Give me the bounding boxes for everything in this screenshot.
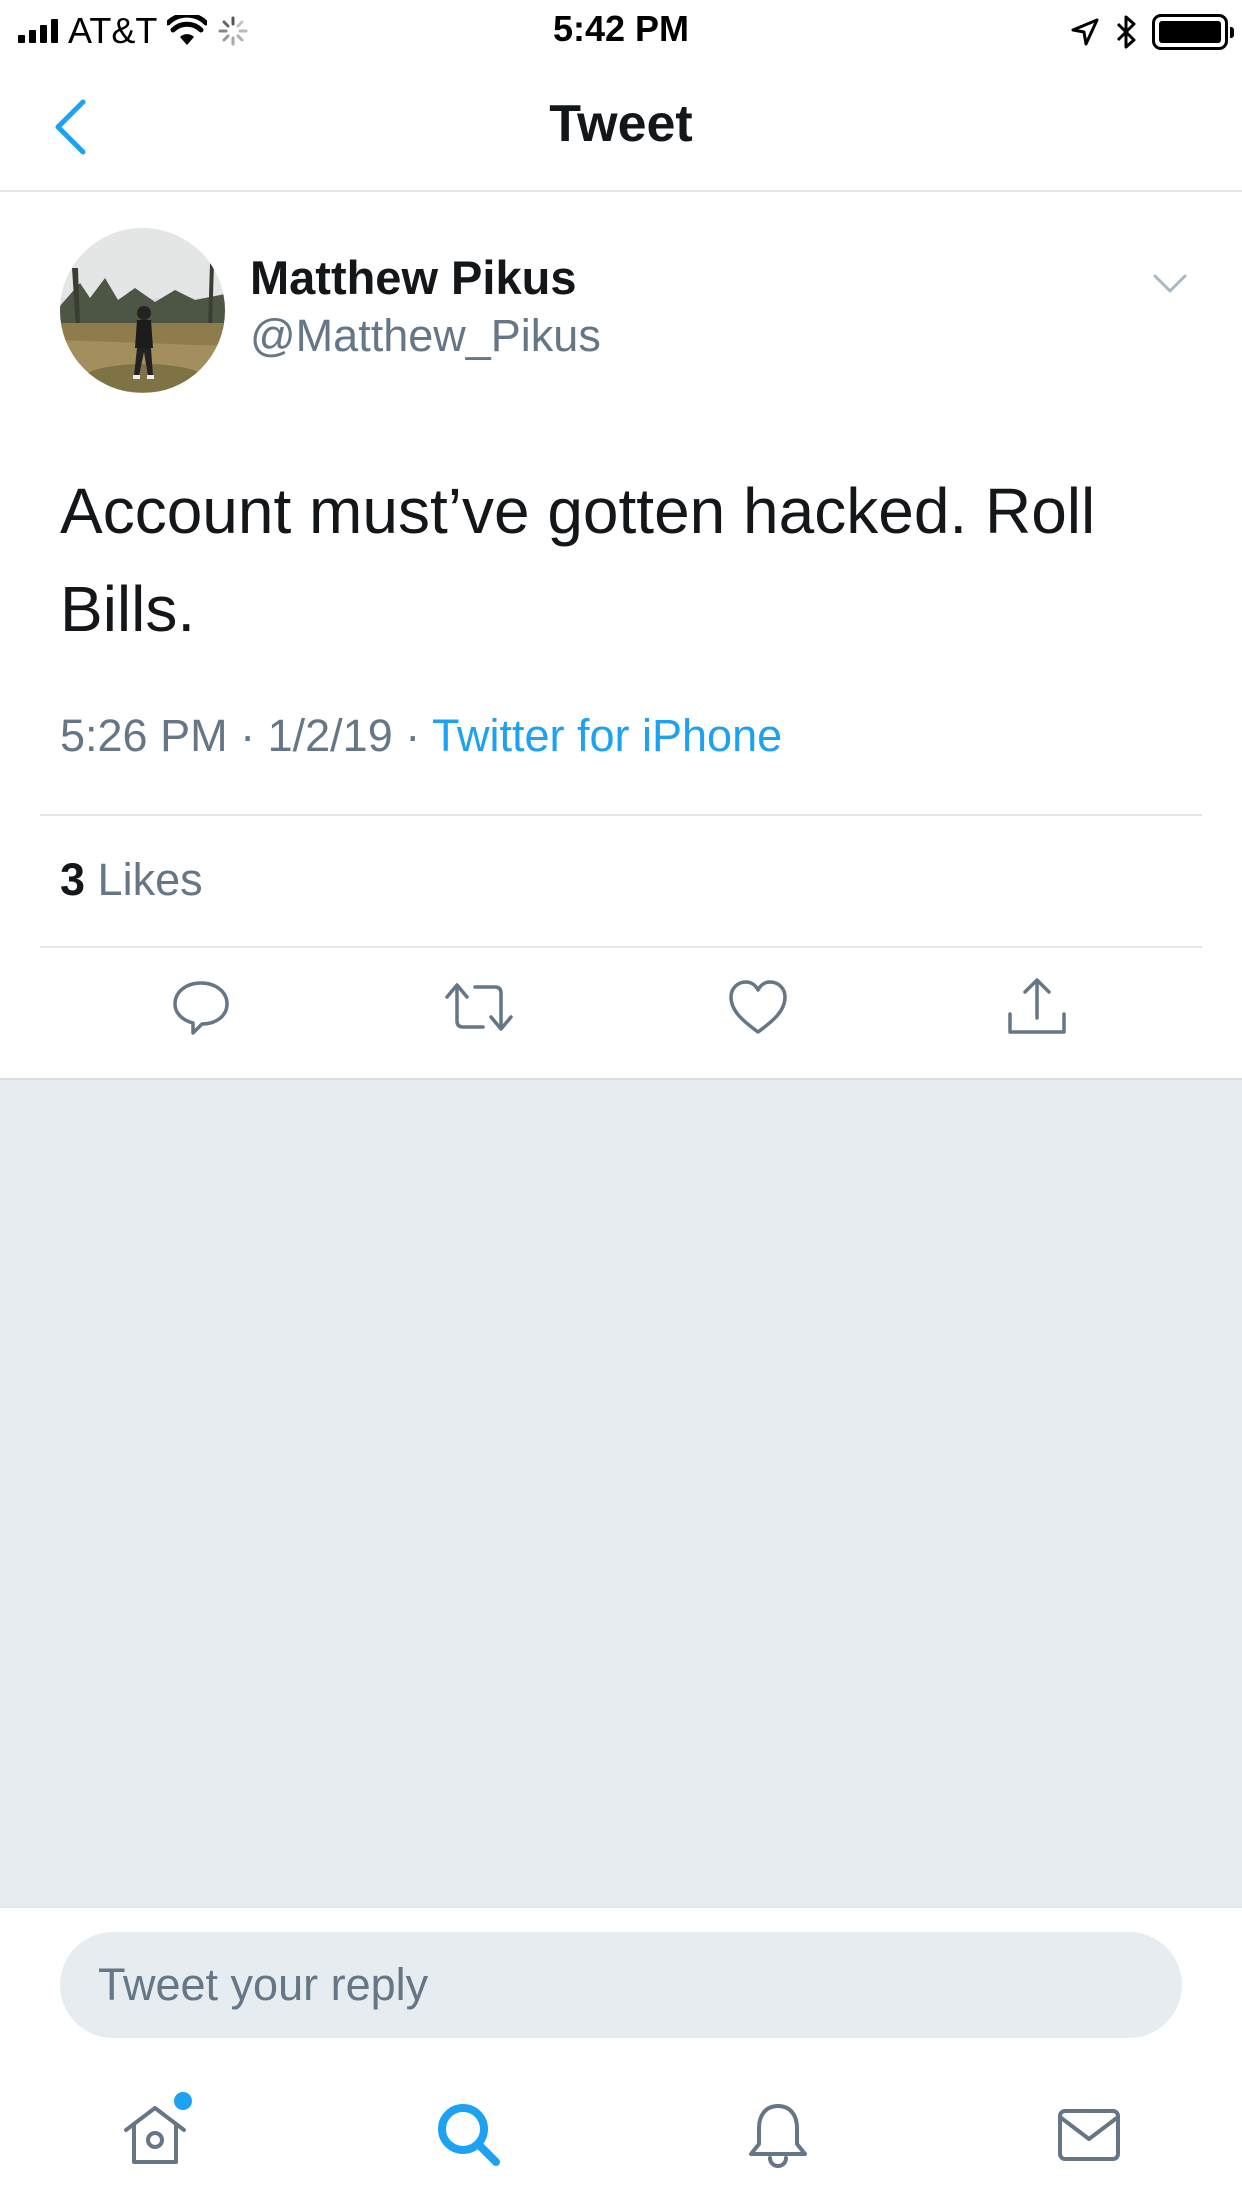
retweet-button[interactable] [434, 962, 524, 1052]
heart-icon [729, 980, 787, 1034]
meta-separator: · [240, 710, 256, 761]
tab-bar [0, 2048, 1242, 2208]
battery-icon [1152, 14, 1234, 50]
navigation-bar: Tweet [0, 62, 1242, 192]
tweet-options-button[interactable] [1148, 262, 1192, 306]
retweet-icon [445, 983, 513, 1031]
share-icon [1008, 978, 1066, 1034]
empty-replies-area [0, 1078, 1242, 1906]
tweet-source-link[interactable]: Twitter for iPhone [432, 710, 782, 761]
reply-input[interactable] [60, 1932, 1182, 2038]
likes-summary[interactable]: 3 Likes [60, 854, 203, 906]
share-button[interactable] [992, 962, 1082, 1052]
tweet-actions [0, 962, 1242, 1052]
tab-search[interactable] [424, 2090, 514, 2180]
tab-home[interactable] [110, 2090, 200, 2180]
divider [40, 946, 1202, 948]
home-icon [124, 2106, 186, 2164]
mail-icon [1058, 2109, 1120, 2161]
divider [40, 814, 1202, 816]
chevron-down-icon [1153, 274, 1187, 293]
notification-dot [174, 2092, 192, 2110]
tweet-metadata: 5:26 PM · 1/2/19 · Twitter for iPhone [60, 710, 782, 762]
tweet-date: 1/2/19 [267, 710, 393, 761]
tweet-detail: Matthew Pikus @Matthew_Pikus Account mus… [0, 192, 1242, 1078]
likes-label: Likes [97, 854, 203, 905]
status-bar: AT&T 5:42 PM [0, 0, 1242, 62]
bell-icon [749, 2104, 807, 2168]
likes-count: 3 [60, 854, 86, 905]
display-name[interactable]: Matthew Pikus [250, 250, 576, 305]
status-time: 5:42 PM [552, 8, 690, 49]
location-arrow-icon [1071, 18, 1099, 46]
tab-messages[interactable] [1044, 2090, 1134, 2180]
meta-separator: · [405, 710, 421, 761]
reply-bar [0, 1906, 1242, 2048]
user-handle[interactable]: @Matthew_Pikus [250, 310, 601, 362]
avatar-image [60, 228, 225, 393]
tab-notifications[interactable] [733, 2090, 823, 2180]
tweet-text: Account must’ve gotten hacked. Roll Bill… [60, 475, 1096, 645]
tweet-time: 5:26 PM [60, 710, 228, 761]
bluetooth-icon [1116, 15, 1136, 49]
avatar[interactable] [60, 228, 225, 393]
reply-button[interactable] [156, 962, 246, 1052]
status-bar-right [1070, 12, 1234, 52]
like-button[interactable] [713, 962, 803, 1052]
page-title: Tweet [549, 95, 693, 153]
reply-icon [173, 981, 229, 1035]
search-icon [438, 2104, 500, 2166]
